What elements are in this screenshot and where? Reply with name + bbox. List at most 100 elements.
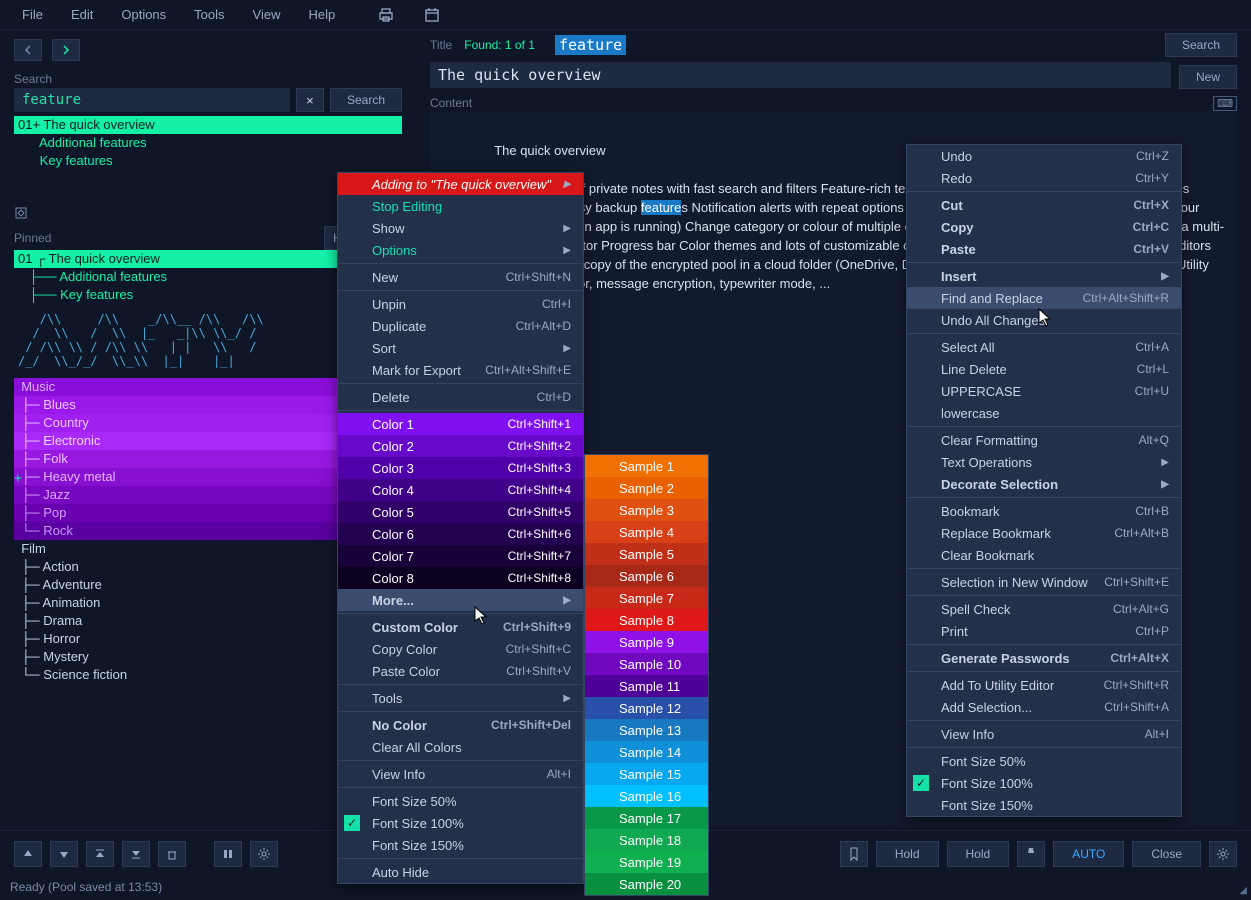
menu-item[interactable]: Auto Hide <box>338 861 583 883</box>
menu-item[interactable]: Add To Utility EditorCtrl+Shift+R <box>907 674 1181 696</box>
menu-item[interactable]: Clear FormattingAlt+Q <box>907 429 1181 451</box>
color-option[interactable]: Color 1Ctrl+Shift+1 <box>338 413 583 435</box>
sample-color[interactable]: Sample 1 <box>585 455 708 477</box>
add-category-icon[interactable]: + <box>14 471 22 486</box>
hold-button-2[interactable]: Hold <box>947 841 1010 867</box>
pin-icon[interactable] <box>1017 841 1045 867</box>
menu-item[interactable]: Font Size 150% <box>907 794 1181 816</box>
tree-row[interactable]: Additional features <box>14 134 402 152</box>
trash-icon[interactable] <box>158 841 186 867</box>
auto-button[interactable]: AUTO <box>1053 841 1124 867</box>
sample-color[interactable]: Sample 11 <box>585 675 708 697</box>
settings-icon[interactable] <box>250 841 278 867</box>
tree-row[interactable]: 01+ The quick overview <box>14 116 402 134</box>
nav-forward-button[interactable] <box>52 39 80 61</box>
menu-item[interactable]: Line DeleteCtrl+L <box>907 358 1181 380</box>
menu-item[interactable]: Select AllCtrl+A <box>907 336 1181 358</box>
sample-color[interactable]: Sample 8 <box>585 609 708 631</box>
menu-item[interactable]: Font Size 50% <box>338 790 583 812</box>
sample-color[interactable]: Sample 18 <box>585 829 708 851</box>
menu-help[interactable]: Help <box>296 3 347 26</box>
menu-item[interactable]: Font Size 150% <box>338 834 583 856</box>
menu-item[interactable]: PasteCtrl+V <box>907 238 1181 260</box>
menu-item[interactable]: More...▶ <box>338 589 583 611</box>
color-option[interactable]: Color 7Ctrl+Shift+7 <box>338 545 583 567</box>
menu-item[interactable]: ✓Font Size 100% <box>338 812 583 834</box>
sample-color[interactable]: Sample 10 <box>585 653 708 675</box>
menu-item[interactable]: Clear All Colors <box>338 736 583 758</box>
sort-desc-icon[interactable] <box>50 841 78 867</box>
search-button-right[interactable]: Search <box>1165 33 1237 57</box>
clear-search-button[interactable]: × <box>296 88 324 112</box>
settings-icon-2[interactable] <box>1209 841 1237 867</box>
menu-item[interactable]: View InfoAlt+I <box>338 763 583 785</box>
menu-item[interactable]: Stop Editing <box>338 195 583 217</box>
calendar-icon[interactable] <box>421 4 443 26</box>
menu-item[interactable]: UnpinCtrl+I <box>338 293 583 315</box>
new-button[interactable]: New <box>1179 65 1237 89</box>
sample-color[interactable]: Sample 12 <box>585 697 708 719</box>
sort-asc-icon[interactable] <box>14 841 42 867</box>
sample-color[interactable]: Sample 5 <box>585 543 708 565</box>
sample-color[interactable]: Sample 3 <box>585 499 708 521</box>
menu-item[interactable]: Insert▶ <box>907 265 1181 287</box>
color-option[interactable]: Color 6Ctrl+Shift+6 <box>338 523 583 545</box>
menu-item[interactable]: Sort▶ <box>338 337 583 359</box>
resize-grip-icon[interactable]: ◢ <box>1239 885 1247 896</box>
color-option[interactable]: Color 8Ctrl+Shift+8 <box>338 567 583 589</box>
menu-item[interactable]: Add Selection...Ctrl+Shift+A <box>907 696 1181 718</box>
bookmark-icon[interactable] <box>840 841 868 867</box>
sample-color[interactable]: Sample 13 <box>585 719 708 741</box>
menu-item[interactable]: UndoCtrl+Z <box>907 145 1181 167</box>
menu-item[interactable]: UPPERCASECtrl+U <box>907 380 1181 402</box>
menu-file[interactable]: File <box>10 3 55 26</box>
title-input[interactable] <box>430 62 1171 88</box>
sample-color[interactable]: Sample 6 <box>585 565 708 587</box>
menu-item[interactable]: Spell CheckCtrl+Alt+G <box>907 598 1181 620</box>
hold-button-1[interactable]: Hold <box>876 841 939 867</box>
tree-row[interactable]: Key features <box>14 152 402 170</box>
close-button[interactable]: Close <box>1132 841 1201 867</box>
menu-item[interactable]: Replace BookmarkCtrl+Alt+B <box>907 522 1181 544</box>
menu-item[interactable]: Text Operations▶ <box>907 451 1181 473</box>
menu-item[interactable]: ✓Font Size 100% <box>907 772 1181 794</box>
sample-color[interactable]: Sample 9 <box>585 631 708 653</box>
menu-item[interactable]: View InfoAlt+I <box>907 723 1181 745</box>
sample-color[interactable]: Sample 17 <box>585 807 708 829</box>
menu-view[interactable]: View <box>241 3 293 26</box>
search-button[interactable]: Search <box>330 88 402 112</box>
menu-item[interactable]: Tools▶ <box>338 687 583 709</box>
menu-item[interactable]: lowercase <box>907 402 1181 424</box>
color-option[interactable]: Color 2Ctrl+Shift+2 <box>338 435 583 457</box>
move-bottom-icon[interactable] <box>122 841 150 867</box>
menu-item[interactable]: DuplicateCtrl+Alt+D <box>338 315 583 337</box>
print-icon[interactable] <box>375 4 397 26</box>
menu-item[interactable]: Copy ColorCtrl+Shift+C <box>338 638 583 660</box>
color-option[interactable]: Color 3Ctrl+Shift+3 <box>338 457 583 479</box>
menu-item[interactable]: Generate PasswordsCtrl+Alt+X <box>907 647 1181 669</box>
menu-item[interactable]: Font Size 50% <box>907 750 1181 772</box>
columns-icon[interactable] <box>214 841 242 867</box>
menu-item[interactable]: Find and ReplaceCtrl+Alt+Shift+R <box>907 287 1181 309</box>
menu-item[interactable]: Options▶ <box>338 239 583 261</box>
menu-item[interactable]: RedoCtrl+Y <box>907 167 1181 189</box>
sample-color[interactable]: Sample 20 <box>585 873 708 895</box>
sample-color[interactable]: Sample 16 <box>585 785 708 807</box>
menu-item[interactable]: Decorate Selection▶ <box>907 473 1181 495</box>
menu-edit[interactable]: Edit <box>59 3 105 26</box>
sample-color[interactable]: Sample 2 <box>585 477 708 499</box>
sample-color[interactable]: Sample 4 <box>585 521 708 543</box>
menu-item[interactable]: Clear Bookmark <box>907 544 1181 566</box>
move-top-icon[interactable] <box>86 841 114 867</box>
menu-item[interactable]: No ColorCtrl+Shift+Del <box>338 714 583 736</box>
color-option[interactable]: Color 4Ctrl+Shift+4 <box>338 479 583 501</box>
sample-color[interactable]: Sample 19 <box>585 851 708 873</box>
sample-color[interactable]: Sample 14 <box>585 741 708 763</box>
sample-color[interactable]: Sample 15 <box>585 763 708 785</box>
menu-item[interactable]: Mark for ExportCtrl+Alt+Shift+E <box>338 359 583 381</box>
menu-item[interactable]: Selection in New WindowCtrl+Shift+E <box>907 571 1181 593</box>
search-input[interactable] <box>14 88 290 112</box>
menu-item[interactable]: Paste ColorCtrl+Shift+V <box>338 660 583 682</box>
menu-tools[interactable]: Tools <box>182 3 236 26</box>
menu-item[interactable]: CutCtrl+X <box>907 194 1181 216</box>
